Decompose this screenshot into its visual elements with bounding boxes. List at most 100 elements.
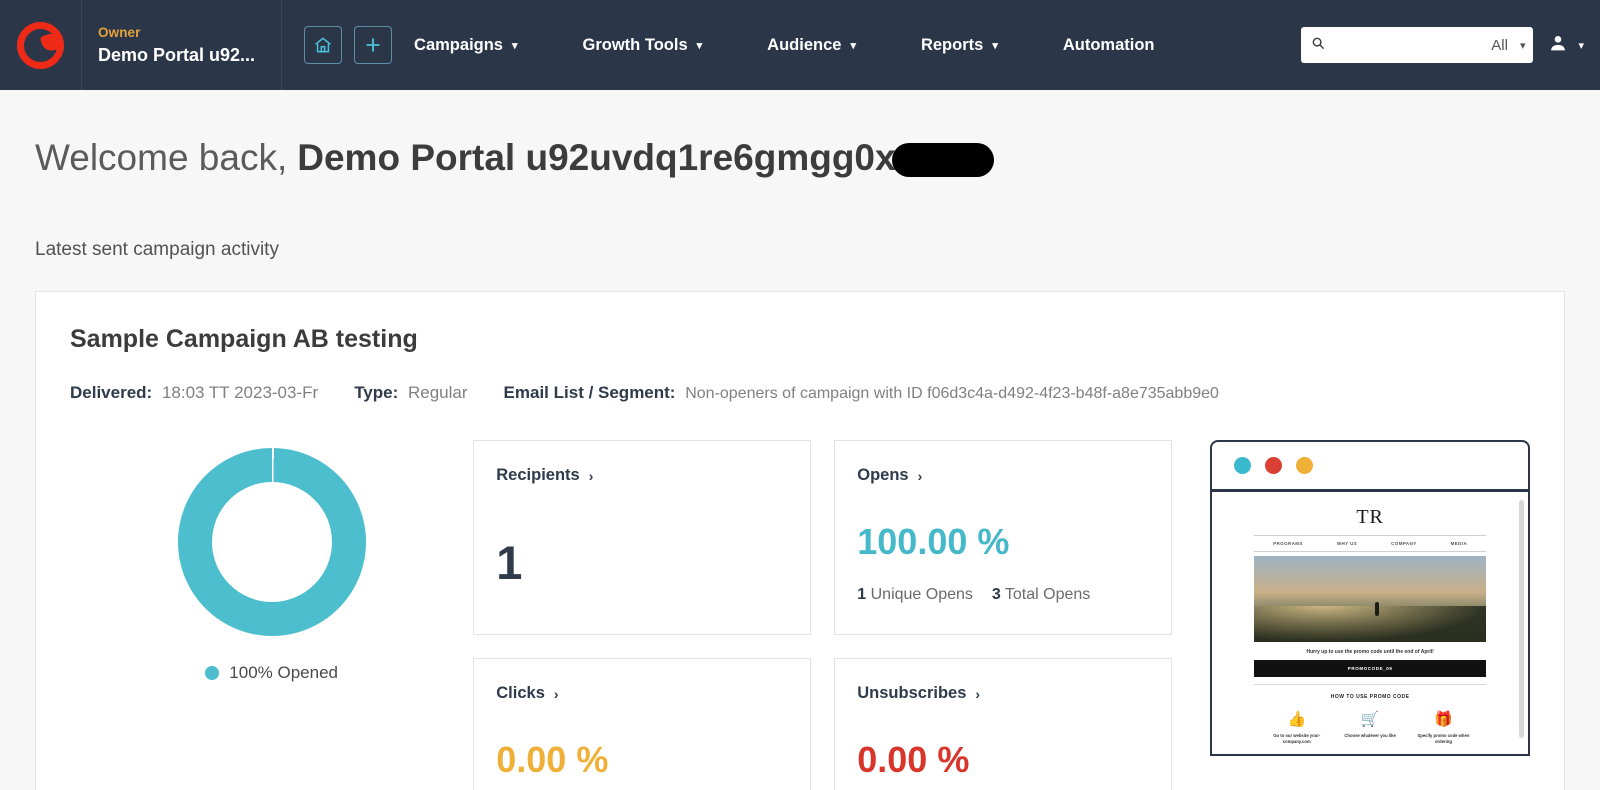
stat-header-unsubscribes[interactable]: Unsubscribes › xyxy=(857,684,1149,703)
stat-sub-opens: 1 Unique Opens 3 Total Opens xyxy=(857,586,1090,604)
stat-header-clicks[interactable]: Clicks › xyxy=(496,684,788,703)
nav-label-automation: Automation xyxy=(1062,35,1155,54)
email-nav-item: WHY US xyxy=(1336,541,1358,546)
stat-title-unsubscribes: Unsubscribes xyxy=(857,684,967,702)
stat-card-unsubscribes[interactable]: Unsubscribes › 0.00 % xyxy=(834,658,1173,790)
redaction-box xyxy=(891,143,994,177)
legend-label: 100% Opened xyxy=(229,663,338,682)
email-steps: 👍 Go to our website your-company.com 🛒 C… xyxy=(1254,700,1486,748)
nav-label-reports: Reports xyxy=(920,35,984,54)
welcome-prefix: Welcome back, xyxy=(35,137,288,178)
gift-icon: 🎁 xyxy=(1434,711,1453,728)
stat-title-recipients: Recipients xyxy=(496,466,580,484)
chevron-right-icon: › xyxy=(917,467,923,484)
email-tagline: Hurry up to use the promo code until the… xyxy=(1306,649,1434,655)
email-step: 🛒 Choose whatever you like xyxy=(1339,712,1401,746)
meta-type-label: Type: xyxy=(354,383,399,402)
chevron-down-icon: ▾ xyxy=(1578,39,1584,52)
window-dot-teal xyxy=(1234,457,1252,474)
campaign-name: Sample Campaign AB testing xyxy=(70,325,418,353)
total-opens-count: 3 xyxy=(991,586,1001,603)
section-subtitle: Latest sent campaign activity xyxy=(35,239,279,260)
window-dot-red xyxy=(1265,457,1283,474)
legend-color-swatch xyxy=(205,666,220,680)
donut-ring xyxy=(177,448,366,636)
preview-email-body: TR PROGRAMS WHY US COMPANY MEDIA Hurry u… xyxy=(1212,492,1528,754)
chevron-down-icon[interactable]: ▾ xyxy=(1514,39,1526,52)
unique-opens-count: 1 xyxy=(857,586,867,603)
email-step-caption: Choose whatever you like xyxy=(1344,733,1396,738)
stat-value-opens: 100.00 % xyxy=(857,521,1010,562)
stat-card-clicks[interactable]: Clicks › 0.00 % xyxy=(473,658,812,790)
chevron-down-icon: ▾ xyxy=(511,39,518,52)
home-icon xyxy=(313,35,333,55)
email-nav-item: MEDIA xyxy=(1450,541,1468,546)
stat-card-opens[interactable]: Opens › 100.00 % 1 Unique Opens 3 Total … xyxy=(834,440,1173,635)
email-preview-panel[interactable]: TR PROGRAMS WHY US COMPANY MEDIA Hurry u… xyxy=(1210,440,1530,756)
nav-item-automation[interactable]: Automation xyxy=(1063,36,1155,55)
stat-title-clicks: Clicks xyxy=(496,684,545,702)
email-hero-image xyxy=(1254,556,1487,642)
donut-hole xyxy=(211,482,332,602)
global-search[interactable]: All ▾ xyxy=(1301,27,1534,63)
nav-item-campaigns[interactable]: Campaigns ▾ xyxy=(414,36,517,55)
stat-value-clicks: 0.00 % xyxy=(496,739,609,780)
chevron-right-icon: › xyxy=(975,685,981,702)
stat-card-grid: Recipients › 1 Opens › 100.00 % 1 Unique… xyxy=(473,436,1173,790)
search-scope-label: All xyxy=(1491,36,1508,54)
nav-label-growth-tools: Growth Tools xyxy=(582,35,688,54)
nav-item-audience[interactable]: Audience ▾ xyxy=(767,36,856,55)
email-mockup: TR PROGRAMS WHY US COMPANY MEDIA Hurry u… xyxy=(1254,502,1487,754)
nav-icon-group xyxy=(282,0,414,90)
portal-switcher[interactable]: Owner Demo Portal u92... xyxy=(82,0,283,90)
stat-header-recipients[interactable]: Recipients › xyxy=(496,466,788,485)
portal-name-label: Demo Portal u92... xyxy=(98,44,256,65)
meta-delivered-value: 18:03 TT 2023-03-Fr xyxy=(161,383,319,402)
meta-type-value: Regular xyxy=(408,383,468,402)
email-nav-item: PROGRAMS xyxy=(1273,541,1303,546)
create-button[interactable] xyxy=(354,26,393,64)
window-dot-amber xyxy=(1296,457,1314,474)
meta-type: Type: Regular xyxy=(354,383,467,403)
chevron-right-icon: › xyxy=(553,685,559,702)
chevron-down-icon: ▾ xyxy=(696,39,703,52)
email-step: 🎁 Specify promo code when ordering xyxy=(1412,712,1474,746)
email-step-caption: Specify promo code when ordering xyxy=(1417,733,1470,745)
email-promo-button: PROMOCODE_09 xyxy=(1254,660,1487,677)
email-logo: TR xyxy=(1356,506,1384,528)
campaign-activity-card: Sample Campaign AB testing Delivered: 18… xyxy=(35,291,1565,790)
home-button[interactable] xyxy=(304,26,343,64)
plus-icon xyxy=(363,35,383,55)
welcome-user-name: Demo Portal u92uvdq1re6gmgg0x xyxy=(297,137,896,178)
total-opens-label: Total Opens xyxy=(1004,586,1091,603)
stat-card-recipients[interactable]: Recipients › 1 xyxy=(473,440,812,635)
meta-segment: Email List / Segment: Non-openers of cam… xyxy=(504,383,1219,403)
search-input[interactable] xyxy=(1331,37,1486,53)
meta-delivered: Delivered: 18:03 TT 2023-03-Fr xyxy=(70,383,318,403)
preview-scrollbar[interactable] xyxy=(1519,500,1524,738)
nav-item-reports[interactable]: Reports ▾ xyxy=(921,36,998,55)
thumbs-up-icon: 👍 xyxy=(1287,711,1307,728)
cart-icon: 🛒 xyxy=(1360,711,1380,728)
account-menu[interactable]: ▾ xyxy=(1547,32,1590,59)
chevron-right-icon: › xyxy=(588,467,594,484)
brand-logo[interactable] xyxy=(0,0,82,90)
stat-header-opens[interactable]: Opens › xyxy=(857,466,1149,485)
search-icon xyxy=(1311,36,1325,55)
user-icon xyxy=(1547,32,1569,59)
nav-item-growth-tools[interactable]: Growth Tools ▾ xyxy=(583,36,703,55)
email-nav-item: COMPANY xyxy=(1391,541,1417,546)
chevron-down-icon: ▾ xyxy=(850,39,856,52)
portal-role-label: Owner xyxy=(98,24,141,40)
meta-segment-label: Email List / Segment: xyxy=(503,383,676,402)
page-title: Welcome back, Demo Portal u92uvdq1re6gmg… xyxy=(0,90,1600,179)
open-rate-donut-chart: 100% Opened xyxy=(70,436,473,683)
nav-label-audience: Audience xyxy=(767,35,842,54)
chevron-down-icon: ▾ xyxy=(992,39,998,52)
meta-delivered-label: Delivered: xyxy=(70,383,153,402)
nav-right-group: All ▾ ▾ xyxy=(1301,0,1600,90)
email-nav: PROGRAMS WHY US COMPANY MEDIA xyxy=(1254,535,1487,552)
campaign-stats-area: 100% Opened Recipients › 1 Opens › 100.0… xyxy=(70,436,1530,790)
brand-circle-logo-icon xyxy=(17,21,64,69)
email-divider xyxy=(1254,684,1487,685)
